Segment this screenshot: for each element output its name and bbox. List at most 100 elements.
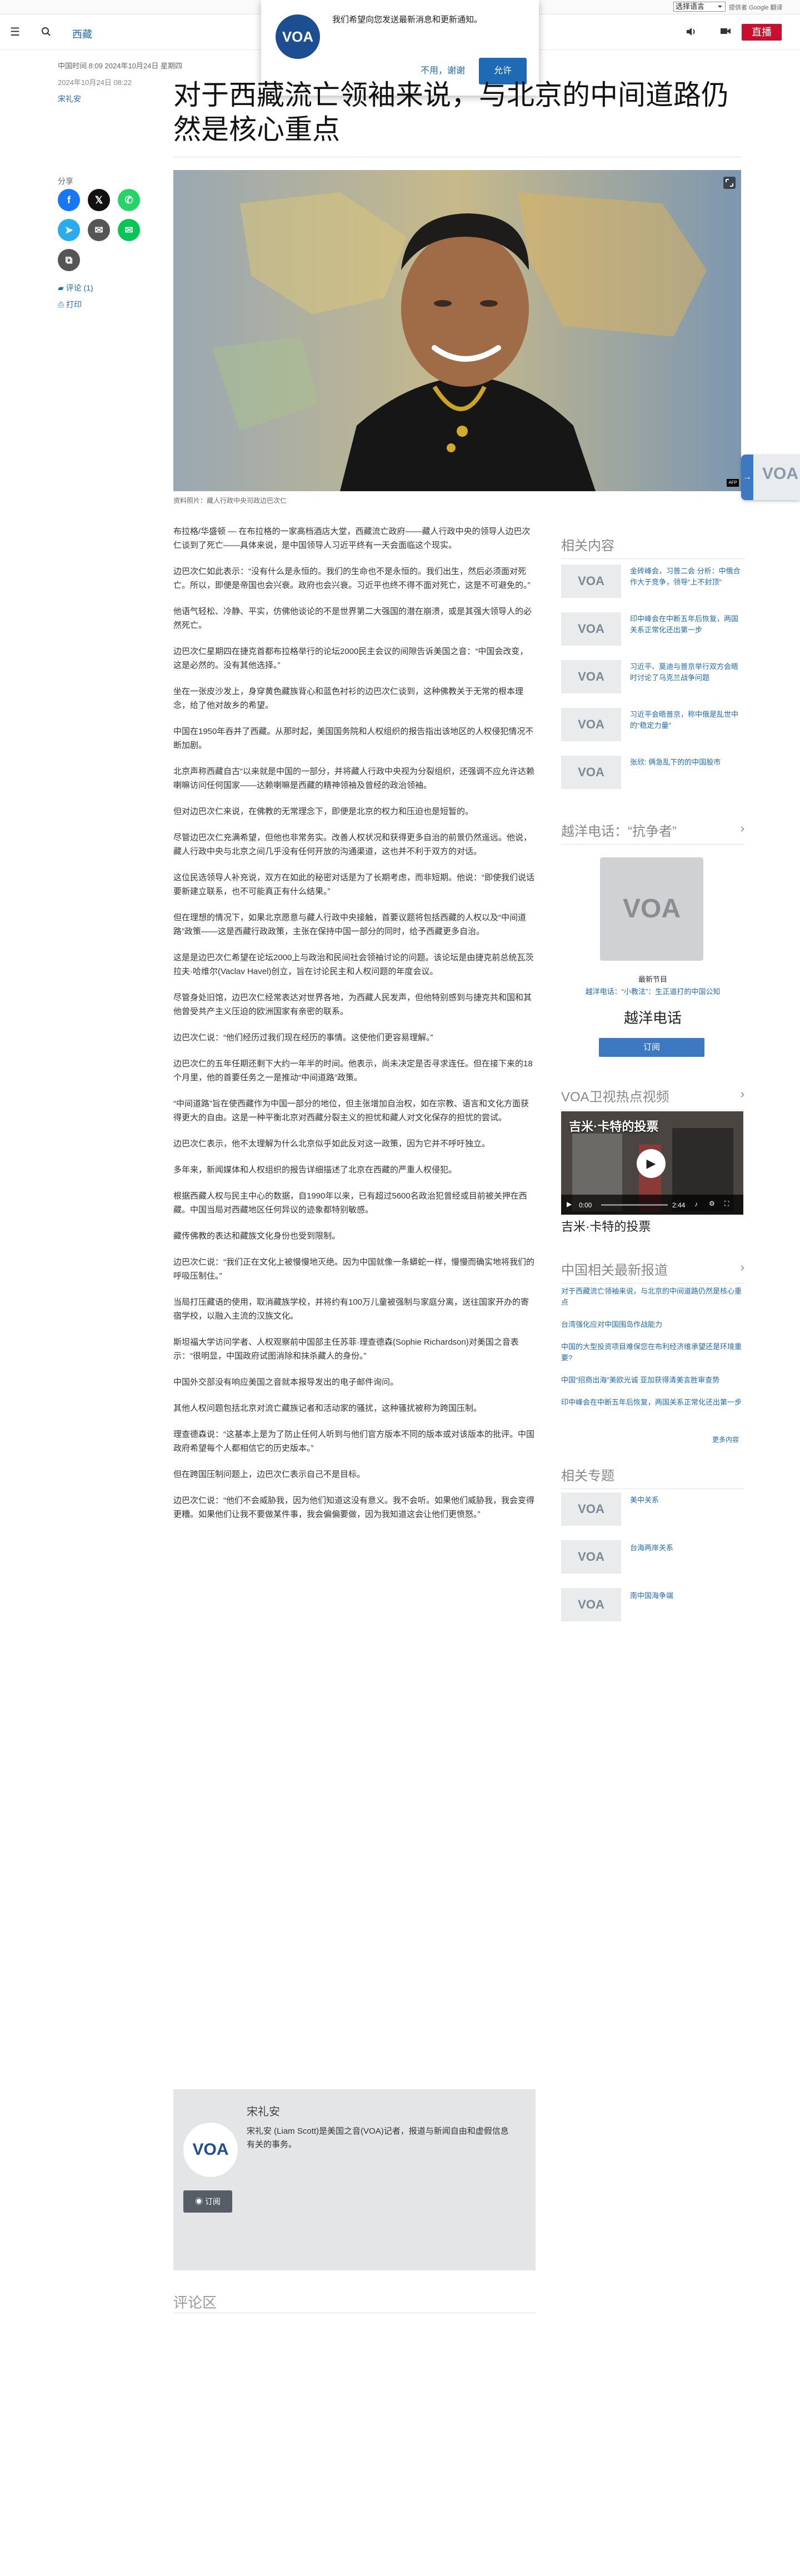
video-heading[interactable]: VOA卫视热点视频 ›: [561, 1086, 744, 1110]
news-link[interactable]: 台湾强化应对中国围岛作战能力: [561, 1319, 744, 1330]
article-paragraph: 根据西藏人权与民主中心的数据，自1990年以来，已有超过5600名政治犯曾经或目…: [173, 1191, 527, 1215]
article-paragraph: 坐在一张皮沙发上，身穿黄色藏族背心和蓝色衬衫的边巴次仁谈到，这种佛教关于无常的根…: [173, 687, 524, 710]
news-link[interactable]: 对于西藏流亡领袖来说，与北京的中间道路仍然是核心重点: [561, 1286, 744, 1308]
line-icon[interactable]: ✉: [118, 219, 140, 241]
news-link[interactable]: 中国“招商出海”美欧光诚 亚加获得清美言胜审查势: [561, 1375, 744, 1386]
video-title: VOA卫视热点视频: [561, 1090, 669, 1105]
menu-icon[interactable]: ☰: [10, 27, 20, 38]
article-paragraph: 北京声称西藏自古“以来就是中国的一部分，并将藏人行政中央视为分裂组织，还强调不应…: [173, 767, 534, 790]
chevron-right-icon: ›: [740, 1260, 744, 1274]
news-title: 中国相关最新报道: [561, 1263, 668, 1278]
related-thumbnail[interactable]: VOA: [561, 612, 621, 646]
video-controls: ▶ 0:00 2:44 ♪ ⚙ ⛶: [561, 1195, 743, 1215]
more-link[interactable]: 更多内容: [712, 1435, 739, 1444]
volume-icon[interactable]: ♪: [694, 1200, 698, 1208]
related-title: 相关内容: [561, 538, 614, 553]
comments-link[interactable]: ▰ 评论 (1): [58, 282, 93, 293]
article-paragraph: 尽管身处旧馆，边巴次仁经常表达对世界各地，为西藏人民发声，但他特别感到与捷克共和…: [173, 993, 532, 1016]
radio-episode-link[interactable]: 越洋电话：“小教法”：生正道打的中国公知: [561, 986, 744, 996]
whatsapp-icon[interactable]: ✆: [118, 189, 140, 211]
article-paragraph: 边巴次仁说：“他们不会威胁我，因为他们知道这没有意义。我不会听。如果他们威胁我，…: [173, 1496, 534, 1519]
radio-heading[interactable]: 越洋电话：“抗争者” ›: [561, 820, 744, 845]
topic-thumbnail[interactable]: VOA: [561, 1492, 621, 1526]
topic-thumbnail[interactable]: VOA: [561, 1540, 621, 1574]
copy-link-icon[interactable]: ⧉: [58, 249, 80, 271]
comments-heading: 评论区: [173, 2294, 217, 2311]
article-paragraph: 中国在1950年吞并了西藏。从那时起，美国国务院和人权组织的报告指出该地区的人权…: [173, 727, 534, 750]
article-paragraph: 但对边巴次仁来说，在佛教的无常理念下，即便是北京的权力和压迫也是短暂的。: [173, 807, 474, 816]
topic-thumbnail[interactable]: VOA: [561, 1588, 621, 1621]
radio-label: 最新节目: [638, 975, 667, 984]
search-icon[interactable]: [41, 27, 51, 39]
section-link[interactable]: 西藏: [72, 27, 92, 41]
author-subscribe-button[interactable]: ◉ 订阅: [183, 2190, 232, 2213]
print-label: 打印: [66, 300, 82, 309]
live-button[interactable]: 直播: [742, 24, 782, 41]
news-heading[interactable]: 中国相关最新报道 ›: [561, 1259, 744, 1284]
voa-logo: VOA: [276, 14, 320, 59]
author-box: VOA 宋礼安 宋礼安 (Liam Scott)是美国之音(VOA)记者，报道与…: [173, 2089, 536, 2270]
video-overlay-title: 吉米·卡特的投票: [569, 1120, 659, 1134]
related-link[interactable]: 金砖峰会，习普二会 分析：中俄合作大于竞争，领导“上不封顶”: [630, 566, 743, 588]
author-link[interactable]: 宋礼安: [58, 93, 81, 104]
topic-link[interactable]: 美中关系: [630, 1495, 743, 1506]
print-link[interactable]: ⎙ 打印: [58, 299, 82, 310]
updated-date: 2024年10月24日 08:22: [58, 78, 132, 87]
fullscreen-icon[interactable]: ⛶: [724, 1200, 729, 1208]
chevron-right-icon: ›: [740, 1087, 744, 1101]
topic-link[interactable]: 南中国海争端: [630, 1590, 743, 1601]
hero-image: AFP: [173, 170, 741, 491]
article-paragraph: 藏传佛教的表达和藏族文化身份也受到限制。: [173, 1231, 341, 1241]
related-link[interactable]: 印中峰会在中断五年后恢复，两国关系正常化还出第一步: [630, 613, 743, 636]
article-paragraph: “中间道路”旨在使西藏作为中国一部分的地位，但主张增加自治权，如在宗教、语言和文…: [173, 1099, 529, 1122]
facebook-icon[interactable]: f: [58, 189, 80, 211]
article-paragraph: 边巴次仁表示，他不太理解为什么北京似乎如此反对这一政策，因为它并不呼吁独立。: [173, 1139, 491, 1149]
float-logo: VOA: [762, 465, 799, 483]
radio-logo[interactable]: VOA: [600, 857, 703, 961]
arrow-right-icon: →: [741, 455, 753, 500]
play-icon[interactable]: ▶: [637, 1149, 666, 1178]
video-player[interactable]: 吉米·卡特的投票 ▶ ▶ 0:00 2:44 ♪ ⚙ ⛶: [561, 1111, 743, 1215]
page-title: 对于西藏流亡领袖来说，与北京的中间道路仍然是核心重点: [173, 79, 729, 145]
topics-title: 相关专题: [561, 1469, 614, 1484]
related-thumbnail[interactable]: VOA: [561, 660, 621, 693]
related-link[interactable]: 习近平会晤普京，称中俄是乱世中的“稳定力量”: [630, 709, 743, 731]
related-thumbnail[interactable]: VOA: [561, 708, 621, 741]
article-paragraph: 但在理想的情况下，如果北京愿意与藏人行政中央接触，首要议题将包括西藏的人权以及“…: [173, 913, 526, 936]
news-link[interactable]: 中国的大型投资项目难保您在布利经济维承望还是环境重要?: [561, 1341, 744, 1364]
article-paragraph: 边巴次仁星期四在捷克首都布拉格举行的论坛2000民主会议的间隙告诉美国之音：“中…: [173, 647, 528, 670]
settings-icon[interactable]: ⚙: [709, 1200, 715, 1207]
publish-date: 中国时间 8:09 2024年10月24日 星期四: [58, 62, 182, 70]
related-heading: 相关内容: [561, 535, 744, 559]
chevron-right-icon: ›: [740, 821, 744, 835]
article-paragraph: 边巴次仁如此表示：“没有什么是永恒的。我们的生命也不是永恒的。我们出生，然后必须…: [173, 567, 531, 590]
news-link[interactable]: 印中峰会在中断五年后恢复，两国关系正常化还出第一步: [561, 1397, 744, 1408]
rss-icon: ◉: [195, 2197, 205, 2206]
article-paragraph: 边巴次仁的五年任期还剩下大约一年半的时间。他表示，尚未决定是否寻求连任。但在接下…: [173, 1059, 533, 1082]
telegram-icon[interactable]: ➤: [58, 219, 80, 241]
video-progress[interactable]: [601, 1204, 668, 1206]
article-paragraph: 他语气轻松、冷静、平实，仿佛他谈论的不是世界第二大强国的潜在崩溃，或是其强大领导…: [173, 607, 532, 630]
video-time: 0:00: [579, 1201, 592, 1209]
article-paragraph: 尽管边巴次仁充满希望，但他也非常务实。改善人权状况和获得更多自治的前景仍然遥远。…: [173, 833, 532, 856]
author-name[interactable]: 宋礼安: [247, 2103, 280, 2119]
x-icon[interactable]: 𝕏: [88, 189, 110, 211]
radio-subscribe-button[interactable]: 订阅: [599, 1038, 704, 1057]
related-link[interactable]: 习近平、莫迪与普京举行双方会晤时讨论了乌克兰战争问题: [630, 661, 743, 683]
floating-tab[interactable]: → VOA: [741, 455, 800, 500]
audio-icon[interactable]: [686, 27, 697, 40]
image-caption: 资料照片：藏人行政中央司政边巴次仁: [173, 497, 287, 505]
related-link[interactable]: 张欣: 俩急乱下的的中国股市: [630, 757, 743, 768]
related-thumbnail[interactable]: VOA: [561, 565, 621, 598]
video-caption[interactable]: 吉米·卡特的投票: [561, 1217, 651, 1235]
comment-icon: ▰: [58, 283, 66, 292]
email-icon[interactable]: ✉: [88, 219, 110, 241]
language-select[interactable]: 选择语言: [673, 2, 726, 12]
video-icon[interactable]: [720, 27, 731, 39]
article-paragraph: 斯坦福大学访问学者、人权观察前中国部主任苏菲·理查德森(Sophie Richa…: [173, 1337, 519, 1361]
related-thumbnail[interactable]: VOA: [561, 756, 621, 789]
notification-message: 我们希望向您发送最新消息和更新通知。: [332, 15, 483, 24]
topic-link[interactable]: 台海两岸关系: [630, 1542, 743, 1554]
article-paragraph: 边巴次仁说：“我们正在文化上被慢慢地灭绝。因为中国就像一条蟒蛇一样，慢慢而确实地…: [173, 1257, 534, 1281]
play-small-icon[interactable]: ▶: [567, 1200, 572, 1208]
